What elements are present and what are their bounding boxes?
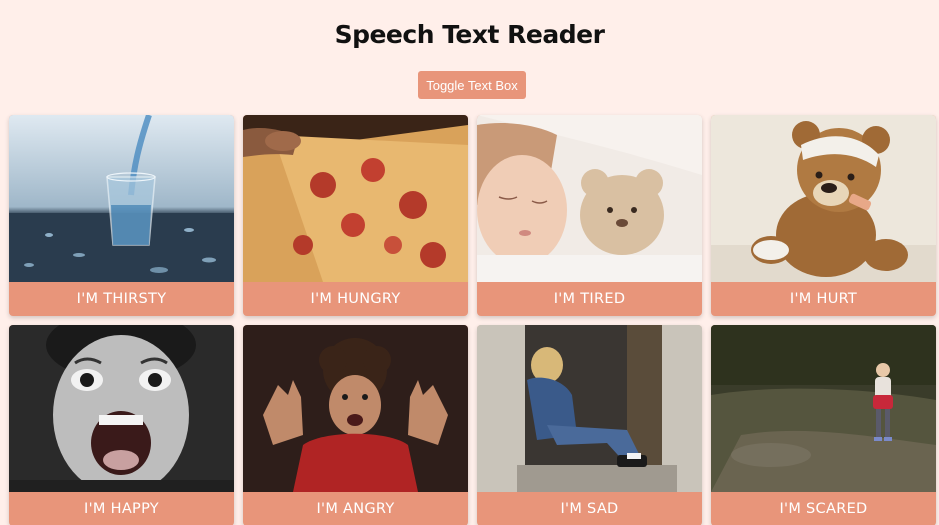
- card-label: I'M SCARED: [779, 501, 868, 517]
- card-grid: I'M THIRSTY I'M HUNGRY I'M TIRED I'M HUR…: [9, 115, 936, 525]
- sleeping-child-image: [477, 115, 702, 282]
- card-scared[interactable]: I'M SCARED: [711, 325, 936, 525]
- card-label: I'M TIRED: [553, 291, 626, 307]
- card-label: I'M HURT: [789, 291, 858, 307]
- sad-girl-in-doorway-image: [477, 325, 702, 492]
- card-label: I'M THIRSTY: [76, 291, 167, 307]
- card-sad[interactable]: I'M SAD: [477, 325, 702, 525]
- water-glass-image: [9, 115, 234, 282]
- card-hungry[interactable]: I'M HUNGRY: [243, 115, 468, 316]
- card-happy[interactable]: I'M HAPPY: [9, 325, 234, 525]
- page-title: Speech Text Reader: [334, 20, 605, 49]
- excited-boy-image: [9, 325, 234, 492]
- card-label: I'M SAD: [560, 501, 619, 517]
- card-angry[interactable]: I'M ANGRY: [243, 325, 468, 525]
- card-label: I'M ANGRY: [316, 501, 395, 517]
- bandaged-teddy-bear-image: [711, 115, 936, 282]
- pizza-slice-image: [243, 115, 468, 282]
- card-hurt[interactable]: I'M HURT: [711, 115, 936, 316]
- angry-boy-image: [243, 325, 468, 492]
- toggle-text-box-button[interactable]: Toggle Text Box: [418, 71, 526, 99]
- girl-in-forest-image: [711, 325, 936, 492]
- card-label: I'M HAPPY: [84, 501, 159, 517]
- card-thirsty[interactable]: I'M THIRSTY: [9, 115, 234, 316]
- card-label: I'M HUNGRY: [310, 291, 401, 307]
- speech-text-reader-page: Speech Text Reader Toggle Text Box I'M T…: [0, 0, 939, 525]
- card-tired[interactable]: I'M TIRED: [477, 115, 702, 316]
